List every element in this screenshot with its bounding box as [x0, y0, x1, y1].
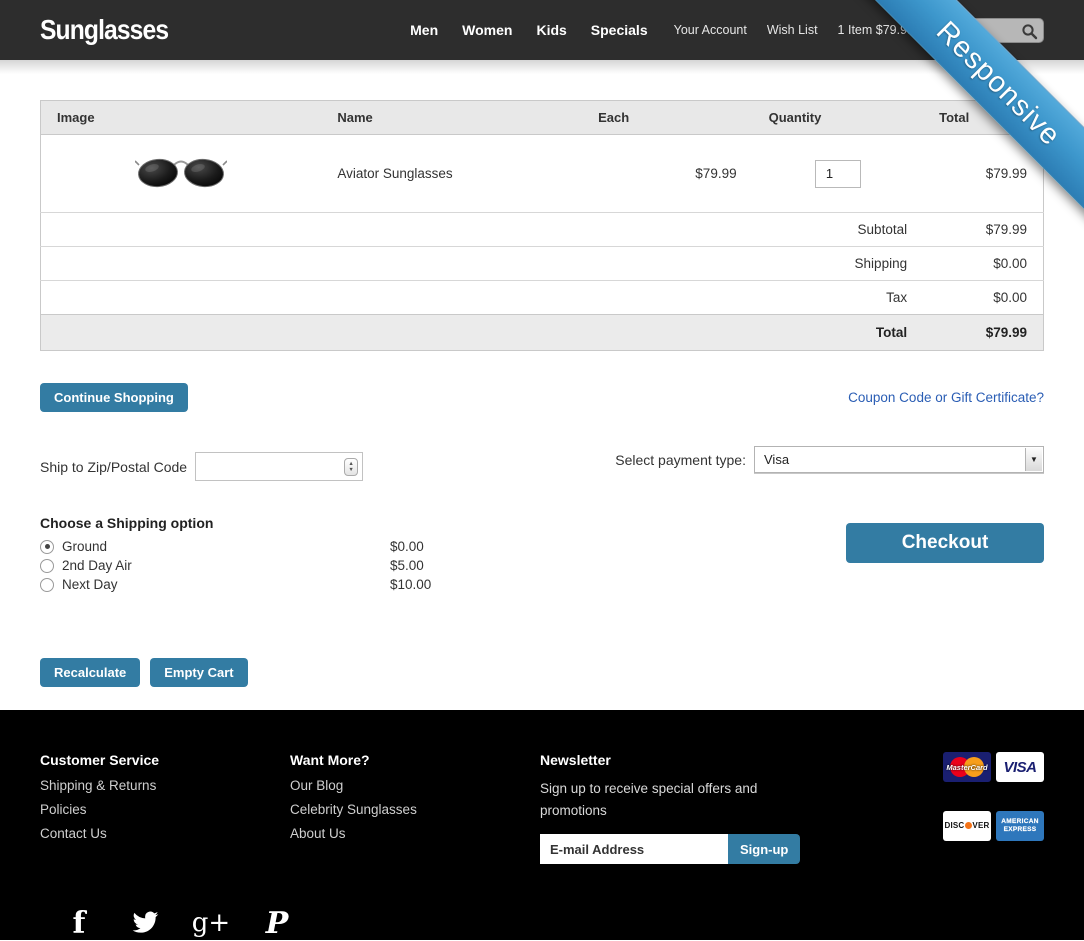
shipping-value: $0.00 [923, 247, 1043, 281]
primary-nav: Men Women Kids Specials [410, 22, 647, 38]
footer-link-contact-us[interactable]: Contact Us [40, 826, 290, 841]
shipping-row: Shipping $0.00 [41, 247, 1044, 281]
col-header-name: Name [321, 101, 582, 135]
col-header-each: Each [582, 101, 753, 135]
footer-want-more: Want More? Our Blog Celebrity Sunglasses… [290, 752, 540, 864]
footer-link-about-us[interactable]: About Us [290, 826, 540, 841]
total-value: $79.99 [923, 315, 1043, 351]
shipping-option-next-day[interactable]: Next Day $10.00 [40, 575, 431, 594]
col-header-quantity: Quantity [753, 101, 924, 135]
footer-customer-service: Customer Service Shipping & Returns Poli… [40, 752, 290, 864]
coupon-gift-certificate-link[interactable]: Coupon Code or Gift Certificate? [848, 390, 1044, 405]
footer-link-our-blog[interactable]: Our Blog [290, 778, 540, 793]
cart-table: Image Name Each Quantity Total [40, 100, 1044, 351]
shipping-options-title: Choose a Shipping option [40, 515, 431, 531]
footer-newsletter: Newsletter Sign up to receive special of… [540, 752, 840, 864]
zip-label: Ship to Zip/Postal Code [40, 459, 187, 475]
radio-ground[interactable] [40, 540, 54, 554]
cart-item-row: Aviator Sunglasses $79.99 $79.99 [41, 135, 1044, 213]
tax-value: $0.00 [923, 281, 1043, 315]
select-arrow-button[interactable]: ▼ [1025, 448, 1042, 471]
quantity-input[interactable] [815, 160, 861, 188]
stepper-down-icon: ▼ [348, 467, 353, 473]
mastercard-icon: MasterCard [943, 752, 991, 782]
nav-item-women[interactable]: Women [462, 22, 512, 38]
facebook-icon[interactable]: f [64, 908, 94, 938]
footer-column-title: Want More? [290, 752, 540, 768]
shipping-label: Shipping [41, 247, 924, 281]
payment-cards: MasterCard VISA DISCVER AMERICAN EXPRESS [943, 752, 1044, 864]
search-icon [1021, 23, 1038, 40]
item-each-price: $79.99 [582, 135, 753, 213]
empty-cart-button[interactable]: Empty Cart [150, 658, 247, 687]
brand-logo[interactable]: Sunglasses [40, 14, 168, 46]
col-header-image: Image [41, 101, 322, 135]
product-image-aviator-sunglasses[interactable] [135, 152, 227, 196]
total-row: Total $79.99 [41, 315, 1044, 351]
continue-shopping-button[interactable]: Continue Shopping [40, 383, 188, 412]
payment-type-selected: Visa [764, 452, 789, 467]
payment-type-label: Select payment type: [615, 452, 746, 468]
secondary-nav: Your Account Wish List 1 Item $79.99 [674, 23, 914, 37]
email-input[interactable] [540, 834, 728, 864]
signup-button[interactable]: Sign-up [728, 834, 800, 864]
item-image-cell [41, 135, 322, 213]
recalculate-button[interactable]: Recalculate [40, 658, 140, 687]
shipping-options-group: Choose a Shipping option Ground $0.00 2n… [40, 515, 431, 594]
footer-link-celebrity-sunglasses[interactable]: Celebrity Sunglasses [290, 802, 540, 817]
subtotal-value: $79.99 [923, 213, 1043, 247]
american-express-icon: AMERICAN EXPRESS [996, 811, 1044, 841]
cart-header-row: Image Name Each Quantity Total [41, 101, 1044, 135]
visa-icon: VISA [996, 752, 1044, 782]
nav-item-specials[interactable]: Specials [591, 22, 648, 38]
shipping-option-price: $5.00 [390, 558, 431, 573]
zip-stepper[interactable]: ▲ ▼ [344, 458, 358, 476]
footer-link-shipping-returns[interactable]: Shipping & Returns [40, 778, 290, 793]
newsletter-text: Sign up to receive special offers and pr… [540, 778, 770, 822]
footer-link-policies[interactable]: Policies [40, 802, 290, 817]
shipping-option-ground[interactable]: Ground $0.00 [40, 537, 431, 556]
subtotal-row: Subtotal $79.99 [41, 213, 1044, 247]
footer: Customer Service Shipping & Returns Poli… [0, 710, 1084, 940]
tax-row: Tax $0.00 [41, 281, 1044, 315]
footer-column-title: Customer Service [40, 752, 290, 768]
chevron-down-icon: ▼ [1030, 455, 1038, 464]
checkout-button[interactable]: Checkout [846, 523, 1044, 563]
google-plus-icon[interactable]: g+ [196, 908, 226, 938]
twitter-icon[interactable] [130, 908, 160, 938]
payment-type-select[interactable]: Visa ▼ [754, 446, 1044, 473]
radio-next-day[interactable] [40, 578, 54, 592]
tax-label: Tax [41, 281, 924, 315]
total-label: Total [41, 315, 924, 351]
zip-input[interactable] [196, 453, 362, 480]
item-name[interactable]: Aviator Sunglasses [321, 135, 582, 213]
cart-page: Image Name Each Quantity Total [0, 100, 1084, 687]
navbar-shadow [0, 60, 1084, 74]
discover-icon: DISCVER [943, 811, 991, 841]
newsletter-title: Newsletter [540, 752, 840, 768]
shipping-option-label: Next Day [62, 577, 118, 592]
shipping-option-price: $10.00 [390, 577, 431, 592]
pinterest-icon[interactable]: P [262, 908, 292, 938]
nav-item-men[interactable]: Men [410, 22, 438, 38]
radio-2nd-day-air[interactable] [40, 559, 54, 573]
nav-item-wish-list[interactable]: Wish List [767, 23, 818, 37]
nav-item-your-account[interactable]: Your Account [674, 23, 747, 37]
zip-input-wrap: ▲ ▼ [195, 452, 363, 481]
nav-item-kids[interactable]: Kids [536, 22, 566, 38]
social-links: f g+ P [64, 908, 1044, 938]
shipping-option-price: $0.00 [390, 539, 431, 554]
shipping-option-2nd-day-air[interactable]: 2nd Day Air $5.00 [40, 556, 431, 575]
shipping-option-label: 2nd Day Air [62, 558, 132, 573]
subtotal-label: Subtotal [41, 213, 924, 247]
shipping-option-label: Ground [62, 539, 107, 554]
